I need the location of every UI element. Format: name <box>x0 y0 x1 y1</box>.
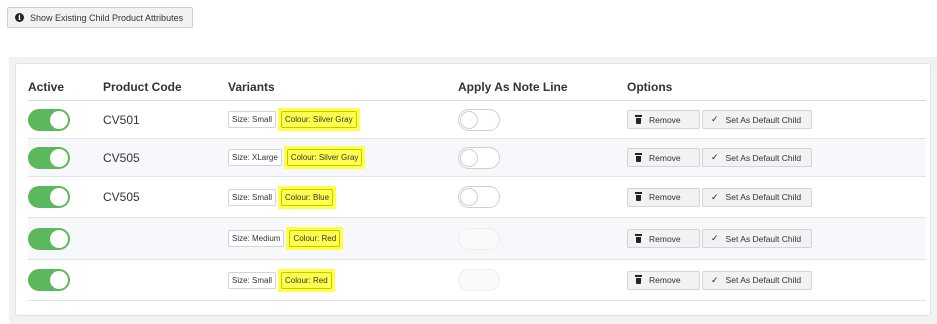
check-icon: ✓ <box>711 114 719 124</box>
variant-colour-pill: Colour: Silver Gray <box>286 149 363 166</box>
note-line-toggle[interactable] <box>458 146 500 169</box>
trash-icon <box>635 192 642 201</box>
variant-colour-pill: Colour: Silver Gray <box>281 111 357 128</box>
header-variants: Variants <box>228 74 458 101</box>
remove-label: Remove <box>649 233 681 244</box>
remove-button[interactable]: Remove <box>627 110 700 129</box>
set-default-label: Set As Default Child <box>725 114 802 125</box>
active-toggle[interactable] <box>28 146 70 169</box>
check-icon: ✓ <box>711 191 719 202</box>
remove-button[interactable]: Remove <box>627 148 700 167</box>
toggle-knob <box>460 188 478 206</box>
set-default-child-button[interactable]: ✓ Set As Default Child <box>702 148 812 167</box>
set-default-label: Set As Default Child <box>725 275 802 285</box>
product-code: CV501 <box>103 112 140 127</box>
table-row: Size: Medium Colour: Red Remove ✓ Set As De… <box>28 217 926 260</box>
trash-icon <box>635 152 642 162</box>
toggle-knob <box>50 188 68 206</box>
variant-size-pill: Size: Small <box>228 111 277 128</box>
variant-colour-highlight: Colour: Red <box>278 268 335 292</box>
toggle-knob <box>460 110 478 129</box>
remove-button[interactable]: Remove <box>627 229 700 248</box>
remove-button[interactable]: Remove <box>627 270 700 290</box>
check-icon: ✓ <box>711 152 719 162</box>
set-default-label: Set As Default Child <box>725 233 802 244</box>
header-apply-note-line: Apply As Note Line <box>458 74 627 101</box>
active-toggle[interactable] <box>28 186 70 208</box>
trash-icon <box>635 275 642 284</box>
child-products-table: Active Product Code Variants Apply As No… <box>28 74 926 301</box>
toggle-knob <box>460 148 478 167</box>
variant-size-pill: Size: Small <box>228 271 277 289</box>
remove-label: Remove <box>649 192 681 202</box>
variant-colour-highlight: Colour: Silver Gray <box>278 108 360 131</box>
remove-label: Remove <box>649 114 681 125</box>
child-products-container: Active Product Code Variants Apply As No… <box>9 57 937 324</box>
note-line-toggle[interactable] <box>458 108 500 131</box>
active-toggle[interactable] <box>28 269 70 291</box>
remove-label: Remove <box>649 152 681 163</box>
set-default-child-button[interactable]: ✓ Set As Default Child <box>702 110 812 129</box>
note-line-toggle-disabled <box>458 269 500 291</box>
variant-colour-highlight: Colour: Blue <box>278 185 337 209</box>
variant-colour-pill: Colour: Red <box>289 230 341 247</box>
toggle-knob <box>50 271 68 289</box>
table-row: CV501 Size: Small Colour: Silver Gray Rem… <box>28 100 926 139</box>
note-line-toggle-disabled <box>458 227 500 250</box>
active-toggle[interactable] <box>28 227 70 250</box>
table-row: CV505 Size: Small Colour: Blue Remove ✓ Set… <box>28 176 926 218</box>
remove-button[interactable]: Remove <box>627 187 700 207</box>
product-code: CV505 <box>103 190 140 204</box>
child-products-panel: Active Product Code Variants Apply As No… <box>15 63 931 316</box>
toggle-knob <box>50 229 68 248</box>
variant-size-pill: Size: Medium <box>228 230 285 247</box>
info-icon: i <box>15 13 24 22</box>
show-existing-attributes-button[interactable]: i Show Existing Child Product Attributes <box>7 7 193 28</box>
note-line-toggle[interactable] <box>458 186 500 208</box>
active-toggle[interactable] <box>28 108 70 131</box>
header-options: Options <box>627 74 926 101</box>
variant-size-pill: Size: Small <box>228 188 277 206</box>
show-existing-attributes-label: Show Existing Child Product Attributes <box>30 12 184 23</box>
header-product-code: Product Code <box>103 74 228 101</box>
table-row: Size: Small Colour: Red Remove ✓ Set As Def… <box>28 259 926 301</box>
set-default-label: Set As Default Child <box>725 152 802 163</box>
trash-icon <box>635 233 642 243</box>
variant-colour-pill: Colour: Blue <box>281 188 334 206</box>
set-default-child-button[interactable]: ✓ Set As Default Child <box>702 229 812 248</box>
set-default-label: Set As Default Child <box>725 192 802 202</box>
trash-icon <box>635 114 642 124</box>
check-icon: ✓ <box>711 233 719 243</box>
header-active: Active <box>28 74 103 101</box>
set-default-child-button[interactable]: ✓ Set As Default Child <box>702 187 812 207</box>
product-code: CV505 <box>103 150 140 165</box>
variant-colour-highlight: Colour: Silver Gray <box>283 146 366 169</box>
variant-colour-highlight: Colour: Red <box>286 227 344 250</box>
table-row: CV505 Size: XLarge Colour: Silver Gray Re… <box>28 138 926 177</box>
toggle-knob <box>50 110 68 129</box>
variant-colour-pill: Colour: Red <box>281 271 332 289</box>
toggle-knob <box>50 148 68 167</box>
check-icon: ✓ <box>711 274 719 285</box>
remove-label: Remove <box>649 275 681 285</box>
variant-size-pill: Size: XLarge <box>228 149 282 166</box>
set-default-child-button[interactable]: ✓ Set As Default Child <box>702 270 812 290</box>
